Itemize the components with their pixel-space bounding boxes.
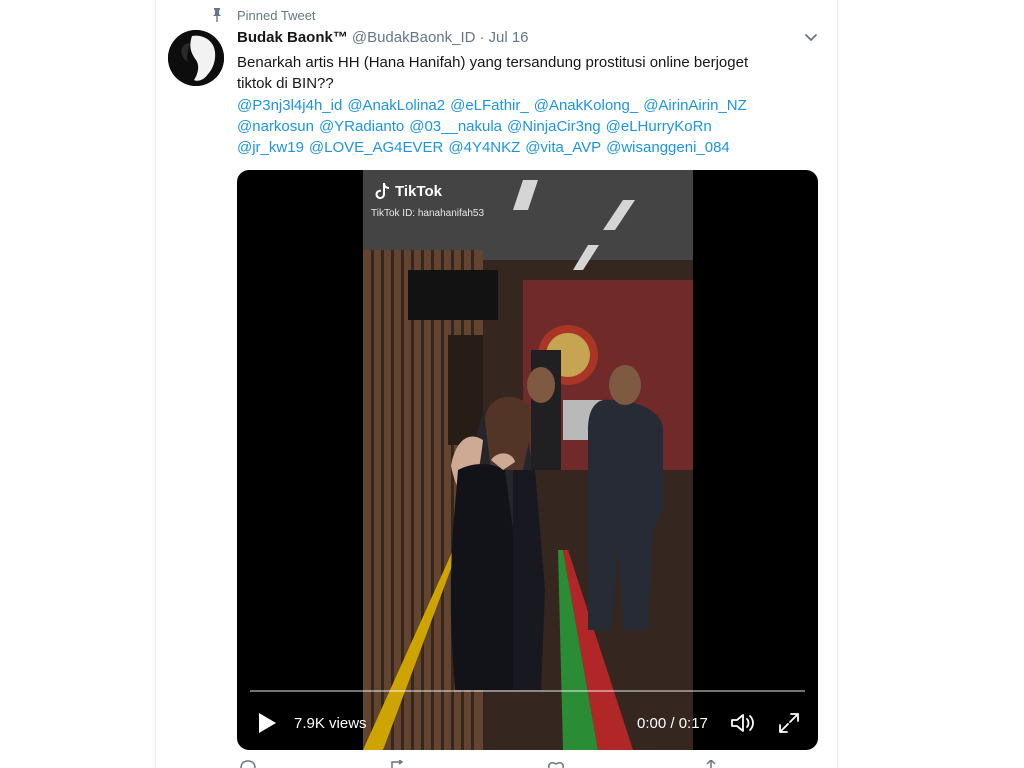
view-count: 7.9K views: [294, 715, 367, 732]
tweet-date[interactable]: Jul 16: [489, 29, 529, 46]
tiktok-id: TikTok ID: hanahanifah53: [371, 208, 485, 219]
tweet-actions: [237, 760, 827, 768]
chevron-down-icon[interactable]: [803, 32, 819, 44]
mention-row: @jr_kw19 @LOVE_AG4EVER @4Y4NKZ @vita_AVP @wi…: [237, 137, 827, 158]
progress-bar[interactable]: [250, 690, 805, 692]
avatar[interactable]: [168, 30, 224, 86]
tiktok-icon: [375, 183, 389, 199]
tweet-text-line: Benarkah artis HH (Hana Hanifah) yang te…: [237, 54, 749, 71]
mention-link[interactable]: @jr_kw19: [237, 139, 304, 156]
pin-icon: [213, 8, 221, 22]
mention-link[interactable]: @03__nakula: [409, 118, 502, 135]
mention-link[interactable]: @YRadianto: [319, 118, 404, 135]
pinned-indicator: Pinned Tweet: [211, 6, 316, 24]
video-controls: 7.9K views 0:00 / 0:17: [237, 700, 818, 750]
play-icon[interactable]: [257, 712, 277, 734]
pinned-label: Pinned Tweet: [237, 7, 316, 23]
mention-link[interactable]: @wisanggeni_084: [606, 139, 730, 156]
like-icon[interactable]: [547, 760, 565, 768]
pinned-tweet[interactable]: Pinned Tweet Budak Baonk™ @BudakBaonk_ID…: [0, 0, 1024, 768]
mention-row: @P3nj3l4j4h_id @AnakLolina2 @eLFathir_ @Ana…: [237, 95, 827, 116]
volume-icon[interactable]: [730, 712, 756, 734]
share-icon[interactable]: [702, 760, 720, 768]
mention-link[interactable]: @vita_AVP: [525, 139, 601, 156]
display-name[interactable]: Budak Baonk™: [237, 29, 348, 46]
video-frame[interactable]: [363, 170, 693, 750]
tiktok-label: TikTok: [395, 182, 442, 200]
tweet-text-line: tiktok di BIN??: [237, 75, 334, 92]
mention-link[interactable]: @4Y4NKZ: [448, 139, 520, 156]
mention-row: @narkosun @YRadianto @03__nakula @NinjaCir3…: [237, 116, 827, 137]
mention-link[interactable]: @P3nj3l4j4h_id: [237, 97, 342, 114]
tweet-text: Benarkah artis HH (Hana Hanifah) yang te…: [237, 52, 827, 94]
mention-link[interactable]: @eLFathir_: [450, 97, 529, 114]
mention-link[interactable]: @AirinAirin_NZ: [643, 97, 747, 114]
mention-link[interactable]: @narkosun: [237, 118, 314, 135]
tiktok-watermark: TikTok: [374, 182, 442, 200]
fullscreen-icon[interactable]: [778, 712, 800, 734]
video-still: [363, 170, 693, 750]
separator-dot: ·: [479, 29, 485, 46]
mention-link[interactable]: @AnakKolong_: [534, 97, 638, 114]
mention-link[interactable]: @LOVE_AG4EVER: [309, 139, 443, 156]
mention-link[interactable]: @eLHurryKoRn: [606, 118, 712, 135]
time-display: 0:00 / 0:17: [637, 715, 708, 732]
tweet-header: Budak Baonk™ @BudakBaonk_ID · Jul 16: [237, 29, 827, 49]
mention-list: @P3nj3l4j4h_id @AnakLolina2 @eLFathir_ @Ana…: [237, 95, 827, 158]
timeline-border-left: [155, 0, 156, 768]
reply-icon[interactable]: [239, 760, 257, 768]
mention-link[interactable]: @AnakLolina2: [347, 97, 445, 114]
user-handle[interactable]: @BudakBaonk_ID: [352, 29, 476, 46]
mention-link[interactable]: @NinjaCir3ng: [507, 118, 601, 135]
timeline-border-right: [837, 0, 838, 768]
video-player[interactable]: TikTok TikTok ID: hanahanifah53 7.9K vie…: [237, 170, 818, 750]
retweet-icon[interactable]: [389, 760, 407, 768]
